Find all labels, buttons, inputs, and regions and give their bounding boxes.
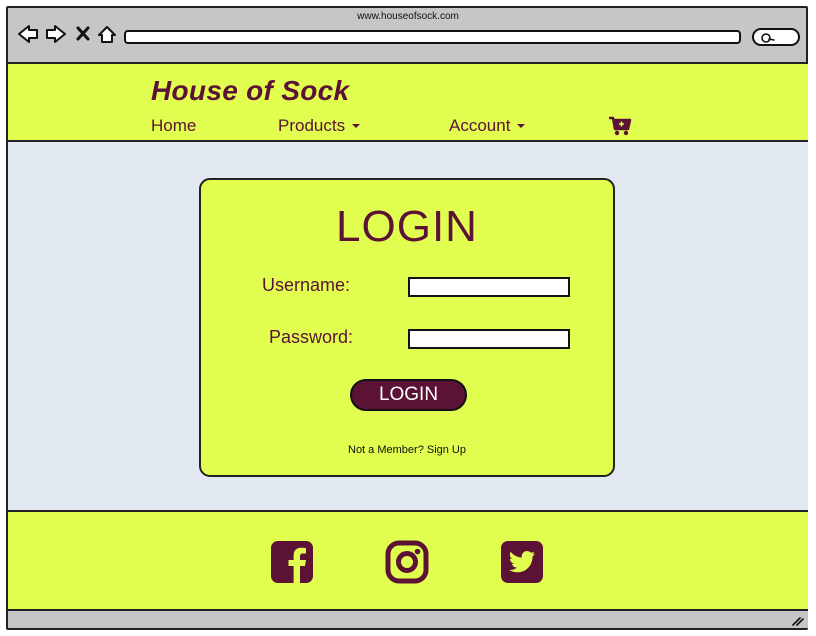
facebook-icon bbox=[271, 541, 313, 583]
signup-link[interactable]: Not a Member? Sign Up bbox=[201, 444, 613, 456]
password-label: Password: bbox=[269, 327, 354, 347]
browser-status-bar bbox=[8, 611, 808, 628]
instagram-link[interactable] bbox=[385, 540, 429, 584]
chevron-down-icon bbox=[352, 123, 361, 128]
close-icon[interactable] bbox=[76, 26, 90, 41]
login-title: LOGIN bbox=[336, 202, 478, 251]
cart-button[interactable] bbox=[608, 116, 632, 142]
nav-products-label: Products bbox=[278, 116, 346, 135]
twitter-link[interactable] bbox=[500, 540, 544, 584]
username-label: Username: bbox=[262, 275, 351, 295]
site-footer bbox=[8, 510, 808, 611]
nav-account[interactable]: Account bbox=[449, 116, 526, 136]
cart-plus-icon bbox=[609, 116, 632, 136]
nav-products[interactable]: Products bbox=[278, 116, 361, 136]
browser-title: www.houseofsock.com bbox=[357, 11, 459, 22]
back-icon[interactable] bbox=[18, 25, 38, 43]
home-icon[interactable] bbox=[98, 26, 116, 43]
username-input[interactable] bbox=[408, 277, 570, 297]
facebook-link[interactable] bbox=[270, 540, 314, 584]
login-button[interactable]: LOGIN bbox=[350, 379, 467, 411]
chevron-down-icon bbox=[517, 123, 526, 128]
browser-search-button[interactable] bbox=[752, 28, 800, 46]
nav-account-label: Account bbox=[449, 116, 511, 135]
nav-home-label: Home bbox=[151, 116, 197, 135]
login-card: LOGIN Username: Password: LOGIN Not a Me… bbox=[199, 178, 615, 477]
resize-grip-icon[interactable] bbox=[792, 616, 804, 626]
instagram-icon bbox=[385, 540, 429, 584]
password-input[interactable] bbox=[408, 329, 570, 349]
site-header: House of Sock Home Products Account bbox=[8, 62, 808, 142]
search-icon bbox=[761, 33, 775, 43]
browser-nav-buttons bbox=[17, 22, 122, 46]
forward-icon[interactable] bbox=[46, 25, 66, 43]
nav-home[interactable]: Home bbox=[151, 116, 196, 136]
address-bar[interactable] bbox=[124, 30, 741, 44]
site-brand[interactable]: House of Sock bbox=[151, 75, 349, 107]
twitter-icon bbox=[501, 541, 543, 583]
